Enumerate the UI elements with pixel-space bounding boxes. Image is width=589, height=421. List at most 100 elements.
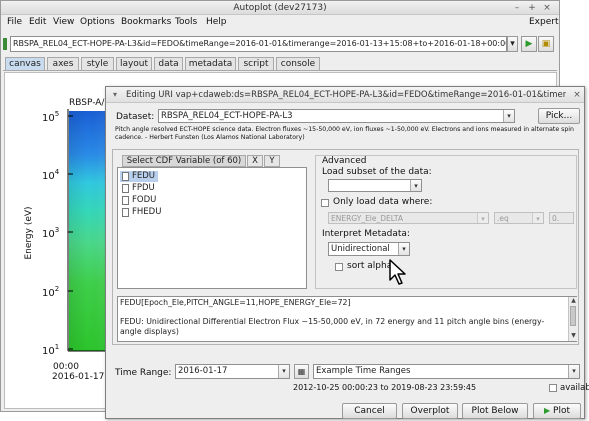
tab-data[interactable]: data	[154, 57, 183, 70]
spectrogram-shading	[69, 111, 107, 351]
tab-layout[interactable]: layout	[116, 57, 152, 70]
time-range-combo[interactable]: 2016-01-17 ▾	[175, 364, 290, 379]
variable-description-text: FEDU: Unidirectional Differential Electr…	[120, 317, 545, 336]
variable-item[interactable]: FEDU	[132, 171, 155, 181]
file-icon	[122, 208, 129, 217]
tab-divider	[3, 70, 557, 71]
url-bar: RBSPA_REL04_ECT-HOPE-PA-L3&id=FEDO&timeR…	[3, 35, 557, 54]
dataset-description: Pitch angle resolved ECT-HOPE science da…	[115, 126, 574, 141]
tab-select-cdf-variable[interactable]: Select CDF Variable (of 60)	[122, 155, 246, 167]
menu-tools[interactable]: Tools	[175, 17, 197, 27]
dialog-titlebar: ▾ Editing URI vap+cdaweb:ds=RBSPA_REL04_…	[106, 87, 584, 103]
expression-text: FEDU[Epoch_Ele,PITCH_ANGLE=11,HOPE_ENERG…	[120, 298, 351, 307]
tab-x[interactable]: X	[247, 155, 263, 167]
go-icon[interactable]: ▶	[521, 36, 537, 52]
play-icon: ▶	[544, 406, 551, 415]
close-button[interactable]: ×	[541, 2, 553, 14]
main-titlebar: Autoplot (dev27173) – + ×	[1, 1, 559, 15]
pick-button[interactable]: Pick...	[538, 108, 580, 124]
overplot-button[interactable]: Overplot	[402, 403, 458, 419]
example-time-ranges-combo[interactable]: Example Time Ranges ▾	[313, 364, 580, 379]
drag-handle-icon	[3, 38, 7, 50]
variable-description-area[interactable]: FEDU[Epoch_Ele,PITCH_ANGLE=11,HOPE_ENERG…	[117, 296, 577, 342]
advanced-panel: Advanced Load subset of the data: ▾ Only…	[315, 155, 577, 289]
menu-bookmarks[interactable]: Bookmarks	[121, 17, 171, 27]
interpret-metadata-value: Unidirectional	[331, 244, 390, 254]
x-tick-time: 00:00	[53, 362, 79, 372]
menu-expert[interactable]: Expert	[529, 17, 559, 27]
tab-metadata[interactable]: metadata	[185, 57, 236, 70]
y-tick-label: 104	[42, 168, 60, 182]
dataset-combo[interactable]: RBSPA_REL04_ECT-HOPE-PA-L3 ▾	[158, 109, 515, 123]
y-axis-label: Energy (eV)	[24, 206, 34, 259]
file-icon	[122, 184, 129, 193]
menu-view[interactable]: View	[53, 17, 74, 27]
y-tick-label: 102	[42, 285, 59, 299]
minimize-button[interactable]: –	[511, 2, 523, 14]
chevron-down-icon[interactable]: ▾	[278, 365, 289, 378]
file-icon	[122, 172, 129, 181]
menu-edit[interactable]: Edit	[29, 17, 46, 27]
only-load-checkbox[interactable]	[321, 199, 329, 207]
plot-title: RBSP-A/	[69, 98, 105, 108]
menu-help[interactable]: Help	[206, 17, 227, 27]
url-input[interactable]: RBSPA_REL04_ECT-HOPE-PA-L3&id=FEDO&timeR…	[10, 36, 507, 52]
chevron-down-icon[interactable]: ▾	[410, 180, 421, 191]
y-tick-label: 105	[42, 110, 59, 124]
variable-tree[interactable]: FEDU FPDU FODU FHEDU	[117, 167, 307, 289]
advanced-title: Advanced	[322, 156, 367, 166]
y-tick-label: 103	[42, 226, 59, 240]
scrollbar-thumb[interactable]	[570, 306, 576, 326]
dialog-close-button[interactable]: ×	[571, 89, 583, 101]
dataset-label: Dataset:	[116, 112, 155, 122]
availability-checkbox[interactable]	[549, 384, 557, 392]
menu-options[interactable]: Options	[80, 17, 115, 27]
calendar-icon[interactable]: ▦	[294, 364, 309, 379]
where-variable-value: ENERGY_Ele_DELTA	[331, 214, 404, 223]
sort-alpha-label: sort alpha	[347, 261, 393, 271]
chevron-down-icon[interactable]: ▾	[568, 365, 579, 378]
editing-uri-dialog: ▾ Editing URI vap+cdaweb:ds=RBSPA_REL04_…	[105, 86, 589, 419]
scrollbar[interactable]: ▲ ▼	[568, 297, 577, 341]
maximize-button[interactable]: +	[526, 2, 538, 14]
cancel-button[interactable]: Cancel	[342, 403, 397, 419]
window-title: Autoplot (dev27173)	[233, 3, 327, 13]
plot-button[interactable]: ▶ Plot	[533, 403, 581, 419]
mouse-cursor-icon	[389, 259, 406, 285]
time-range-value: 2016-01-17	[178, 366, 228, 376]
scroll-up-icon[interactable]: ▲	[569, 297, 578, 305]
menu-file[interactable]: File	[7, 17, 22, 27]
interpret-metadata-combo[interactable]: Unidirectional ▾	[328, 242, 410, 256]
example-time-ranges-value: Example Time Ranges	[316, 366, 411, 376]
dataset-value: RBSPA_REL04_ECT-HOPE-PA-L3	[161, 111, 293, 121]
chevron-down-icon[interactable]: ▾	[503, 110, 514, 122]
folder-icon[interactable]: ▣	[538, 36, 554, 52]
variable-item[interactable]: FPDU	[132, 183, 155, 193]
url-history-dropdown[interactable]: ▾	[507, 36, 518, 52]
tab-console[interactable]: console	[276, 57, 320, 70]
only-load-label: Only load data where:	[333, 197, 433, 207]
tab-canvas[interactable]: canvas	[5, 57, 45, 70]
scroll-down-icon[interactable]: ▼	[569, 332, 578, 340]
availability-label: availability	[560, 383, 589, 393]
variable-item[interactable]: FODU	[132, 195, 156, 205]
tab-script[interactable]: script	[238, 57, 274, 70]
chevron-down-icon: ▾	[532, 213, 543, 223]
chevron-down-icon[interactable]: ▾	[398, 243, 409, 255]
sort-alpha-checkbox[interactable]	[335, 263, 343, 271]
time-range-label: Time Range:	[115, 368, 172, 378]
y-tick-label: 101	[42, 343, 59, 357]
plot-below-button[interactable]: Plot Below	[462, 403, 528, 419]
variable-item[interactable]: FHEDU	[132, 207, 161, 217]
tab-axes[interactable]: axes	[47, 57, 79, 70]
subset-combo[interactable]: ▾	[328, 179, 422, 192]
file-icon	[122, 196, 129, 205]
chevron-down-icon: ▾	[477, 213, 488, 223]
tab-y[interactable]: Y	[264, 155, 280, 167]
content-panel: Select CDF Variable (of 60) X Y FEDU FPD…	[112, 149, 579, 345]
where-operator-combo: .eq ▾	[494, 212, 544, 224]
plot-button-label: Plot	[553, 406, 570, 416]
subset-label: Load subset of the data:	[322, 167, 432, 177]
dialog-menu-icon[interactable]: ▾	[113, 90, 117, 99]
tab-style[interactable]: style	[81, 57, 114, 70]
